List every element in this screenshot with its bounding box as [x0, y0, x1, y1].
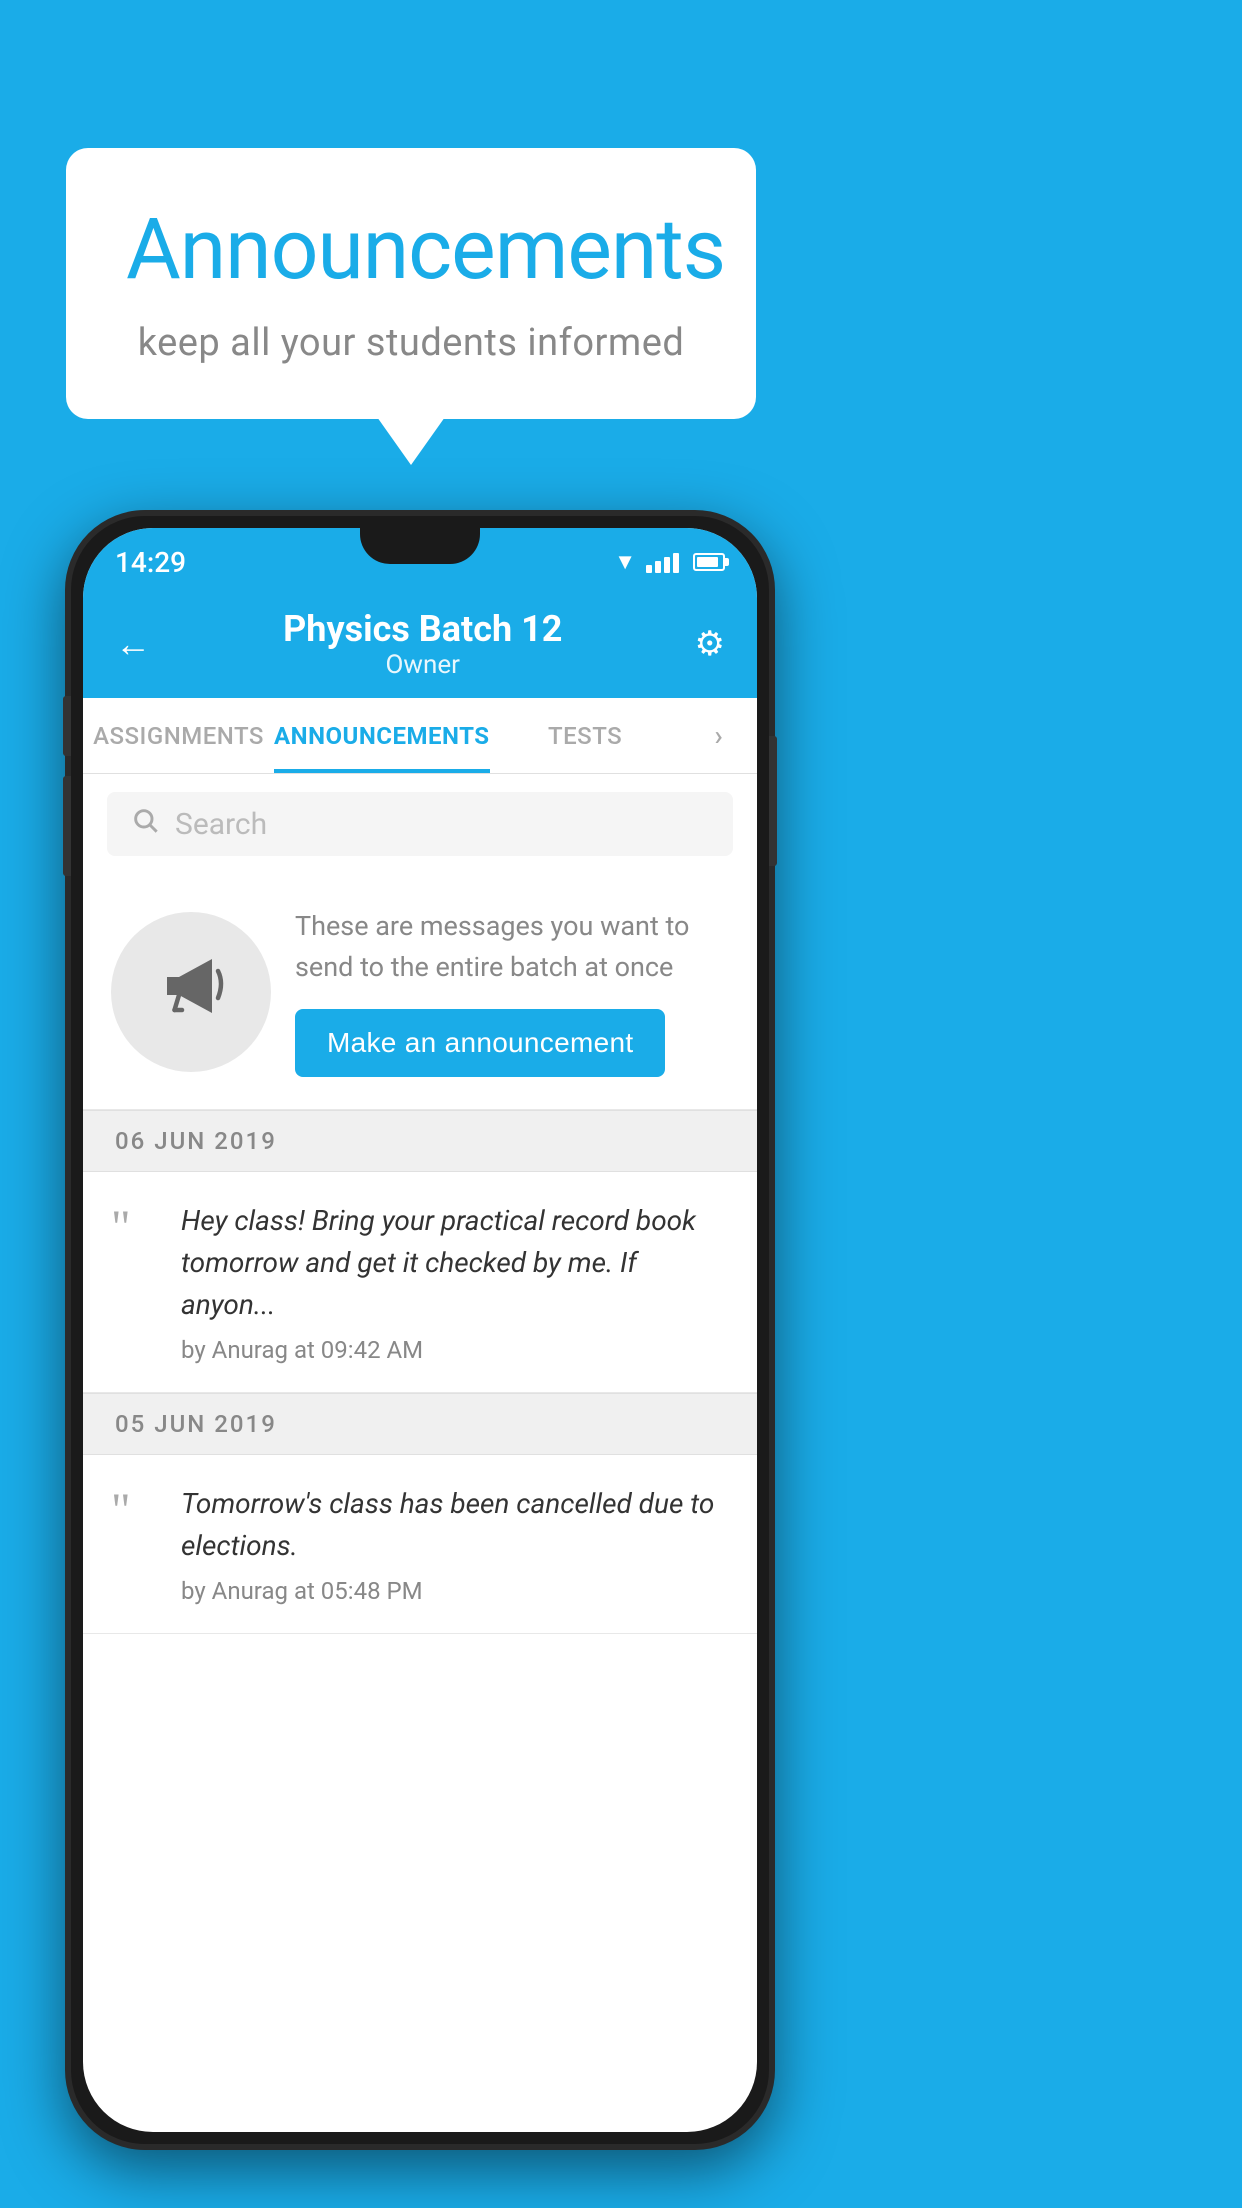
bubble-subtitle: keep all your students informed: [126, 321, 696, 365]
search-placeholder: Search: [175, 807, 267, 842]
quote-icon-1: ": [111, 1204, 161, 1252]
header-title: Physics Batch 12: [283, 608, 562, 650]
announcement-meta-1: by Anurag at 09:42 AM: [181, 1336, 729, 1364]
tab-tests[interactable]: TESTS: [490, 698, 681, 773]
status-time: 14:29: [115, 546, 186, 579]
settings-button[interactable]: ⚙: [695, 624, 725, 664]
volume-down-button: [63, 776, 71, 876]
announcement-text-1: Hey class! Bring your practical record b…: [181, 1200, 729, 1326]
search-icon: [131, 806, 159, 842]
search-bar-container: Search: [83, 774, 757, 874]
date-separator-2: 05 JUN 2019: [83, 1393, 757, 1455]
header-subtitle: Owner: [283, 650, 562, 680]
tab-more[interactable]: ›: [681, 698, 757, 773]
bubble-title: Announcements: [126, 200, 696, 299]
speech-bubble: Announcements keep all your students inf…: [66, 148, 756, 419]
signal-icon: [646, 551, 679, 573]
announcement-meta-2: by Anurag at 05:48 PM: [181, 1577, 729, 1605]
phone-outer: 14:29 ▼ ← Phys: [65, 510, 775, 2150]
wifi-icon: ▼: [614, 549, 636, 575]
announcement-content-1: Hey class! Bring your practical record b…: [181, 1200, 729, 1364]
tab-announcements[interactable]: ANNOUNCEMENTS: [274, 698, 490, 773]
phone-device: 14:29 ▼ ← Phys: [65, 510, 775, 2150]
search-input-wrapper[interactable]: Search: [107, 792, 733, 856]
volume-up-button: [63, 696, 71, 756]
header-center: Physics Batch 12 Owner: [283, 608, 562, 680]
phone-screen: 14:29 ▼ ← Phys: [83, 528, 757, 2132]
phone-notch: [360, 528, 480, 564]
tabs-bar: ASSIGNMENTS ANNOUNCEMENTS TESTS ›: [83, 698, 757, 774]
megaphone-circle: [111, 912, 271, 1072]
app-header: ← Physics Batch 12 Owner ⚙: [83, 590, 757, 698]
power-button: [769, 736, 777, 866]
announcement-content-2: Tomorrow's class has been cancelled due …: [181, 1483, 729, 1605]
battery-icon: [693, 553, 725, 571]
status-icons: ▼: [614, 549, 725, 575]
tab-assignments[interactable]: ASSIGNMENTS: [83, 698, 274, 773]
announcement-item-1[interactable]: " Hey class! Bring your practical record…: [83, 1172, 757, 1393]
announcement-item-2[interactable]: " Tomorrow's class has been cancelled du…: [83, 1455, 757, 1634]
announcement-right: These are messages you want to send to t…: [295, 906, 729, 1077]
announcement-prompt: These are messages you want to send to t…: [83, 874, 757, 1110]
megaphone-icon: [155, 947, 227, 1037]
back-button[interactable]: ←: [115, 623, 151, 665]
announcement-description: These are messages you want to send to t…: [295, 906, 729, 987]
announcement-text-2: Tomorrow's class has been cancelled due …: [181, 1483, 729, 1567]
speech-bubble-wrapper: Announcements keep all your students inf…: [66, 148, 756, 419]
quote-icon-2: ": [111, 1487, 161, 1535]
make-announcement-button[interactable]: Make an announcement: [295, 1009, 665, 1077]
date-separator-1: 06 JUN 2019: [83, 1110, 757, 1172]
